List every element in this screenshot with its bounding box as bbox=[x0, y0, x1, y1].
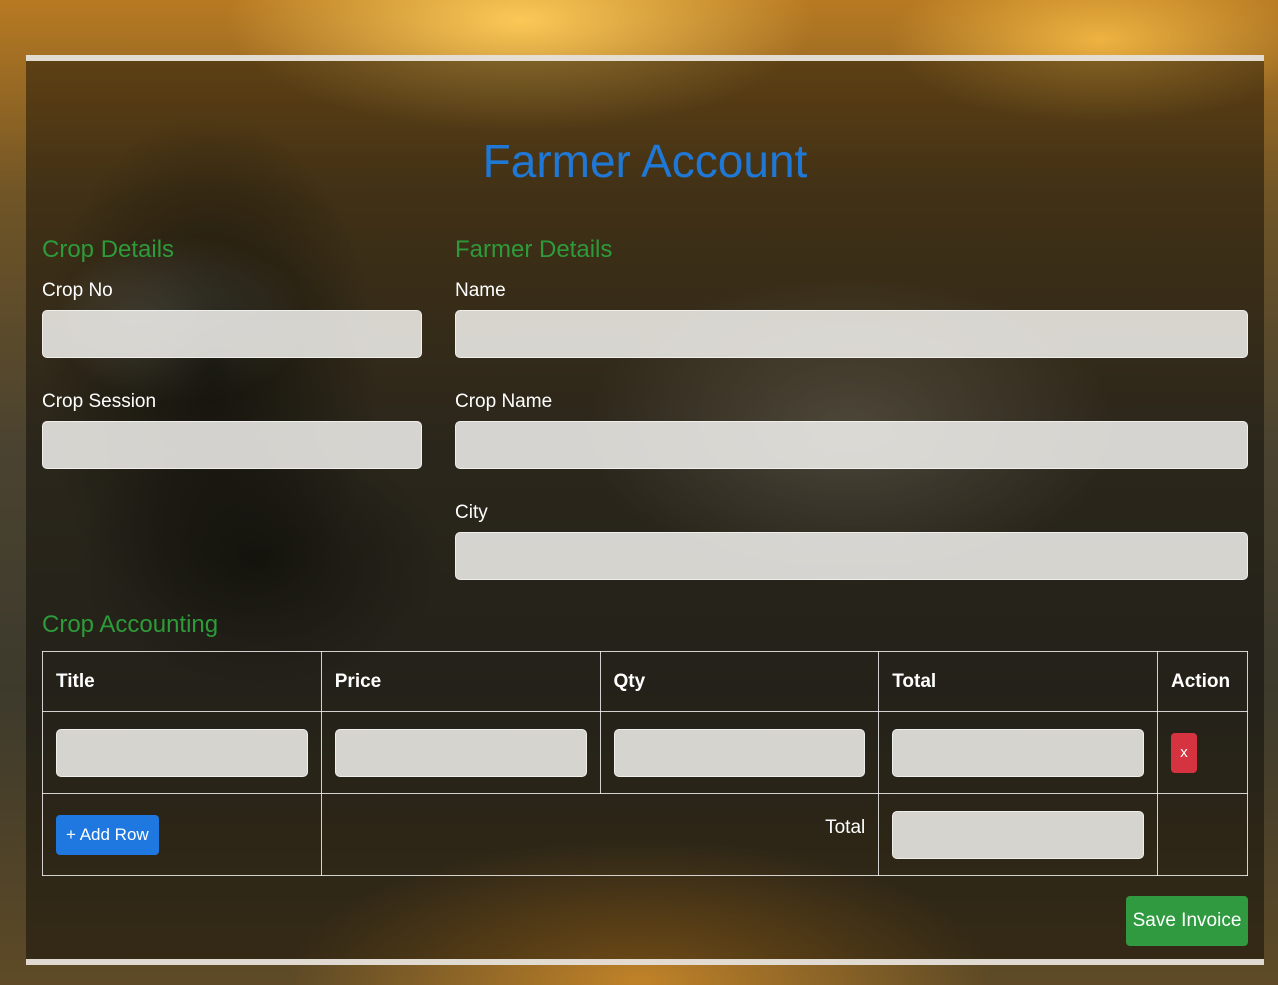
farmer-details-heading: Farmer Details bbox=[455, 236, 613, 263]
table-footer-row: + Add Row Total bbox=[42, 793, 1249, 876]
crop-session-input[interactable] bbox=[42, 421, 422, 469]
remove-row-button[interactable]: x bbox=[1170, 732, 1197, 773]
grand-total-cell bbox=[878, 793, 1158, 876]
row-title-input[interactable] bbox=[56, 728, 308, 777]
grand-total-input[interactable] bbox=[892, 810, 1144, 859]
crop-no-input[interactable] bbox=[42, 310, 422, 358]
crop-name-input[interactable] bbox=[455, 421, 1248, 469]
crop-session-label: Crop Session bbox=[42, 391, 157, 412]
name-label: Name bbox=[455, 280, 506, 301]
column-header-title: Title bbox=[42, 651, 322, 712]
crop-details-heading: Crop Details bbox=[42, 236, 175, 263]
action-cell: x bbox=[1156, 711, 1249, 794]
crop-no-label: Crop No bbox=[42, 280, 113, 301]
page-title: Farmer Account bbox=[482, 135, 808, 187]
column-header-total: Total bbox=[878, 651, 1158, 712]
city-label: City bbox=[455, 502, 488, 523]
grand-total-label: Total bbox=[825, 816, 866, 838]
table-header-row: Title Price Qty Total Action bbox=[42, 651, 1249, 712]
qty-cell bbox=[599, 711, 880, 794]
column-header-price: Price bbox=[320, 651, 601, 712]
column-header-qty: Qty bbox=[599, 651, 880, 712]
add-row-button[interactable]: + Add Row bbox=[56, 814, 159, 855]
table-row: x bbox=[42, 711, 1249, 794]
farmer-account-form: Farmer Account Crop Details Crop No Crop… bbox=[26, 55, 1264, 965]
city-input[interactable] bbox=[455, 532, 1248, 580]
title-cell bbox=[42, 711, 322, 794]
add-row-cell: + Add Row bbox=[42, 793, 322, 876]
name-input[interactable] bbox=[455, 310, 1248, 358]
crop-name-label: Crop Name bbox=[455, 391, 553, 412]
price-cell bbox=[320, 711, 601, 794]
row-total-input[interactable] bbox=[892, 728, 1144, 777]
empty-cell bbox=[1156, 793, 1249, 876]
total-cell bbox=[878, 711, 1158, 794]
column-header-action: Action bbox=[1156, 651, 1249, 712]
total-label-cell: Total bbox=[320, 793, 880, 876]
crop-accounting-heading: Crop Accounting bbox=[42, 611, 219, 638]
crop-accounting-table: Title Price Qty Total Action x + Add Row… bbox=[42, 651, 1249, 876]
row-qty-input[interactable] bbox=[613, 728, 866, 777]
row-price-input[interactable] bbox=[334, 728, 587, 777]
save-invoice-button[interactable]: Save Invoice bbox=[1126, 896, 1248, 946]
